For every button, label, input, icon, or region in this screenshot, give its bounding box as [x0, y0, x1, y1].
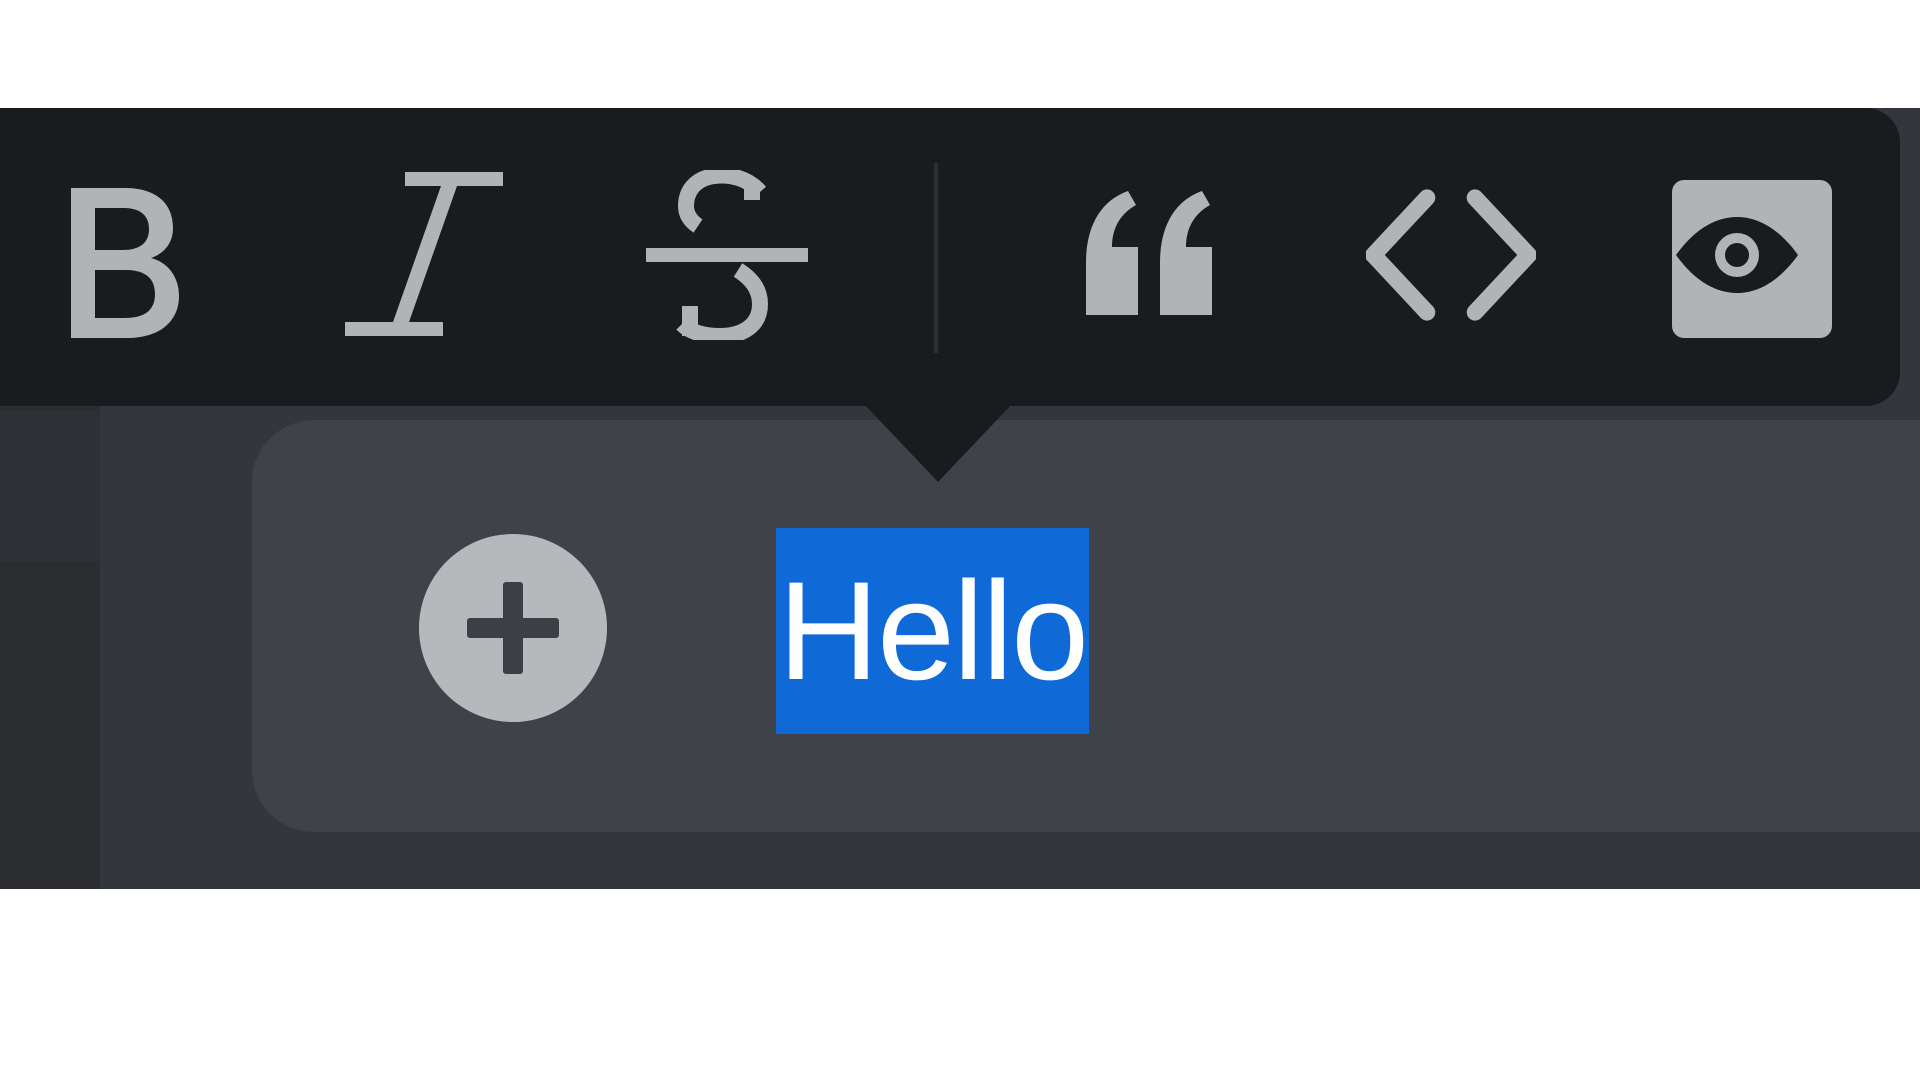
quote-icon [1086, 191, 1212, 315]
code-icon [1366, 189, 1536, 321]
italic-icon [345, 172, 503, 336]
formatting-toolbar [0, 108, 1900, 406]
toolbar-divider [934, 163, 938, 353]
side-gutter-segment [0, 410, 100, 562]
strikethrough-button[interactable] [642, 150, 812, 360]
bold-button[interactable] [36, 150, 206, 360]
toolbar-pointer [864, 404, 1012, 482]
plus-icon [467, 582, 559, 674]
add-attachment-button[interactable] [419, 534, 607, 722]
italic-button[interactable] [340, 150, 510, 360]
editor-screenshot: Hello [0, 0, 1920, 1080]
eye-icon [1676, 217, 1798, 293]
selected-text[interactable]: Hello [776, 528, 1089, 734]
quote-button[interactable] [1066, 150, 1236, 360]
spoiler-button[interactable] [1652, 150, 1832, 360]
bold-icon [71, 188, 179, 338]
code-button[interactable] [1366, 150, 1536, 360]
strikethrough-icon [646, 170, 808, 340]
